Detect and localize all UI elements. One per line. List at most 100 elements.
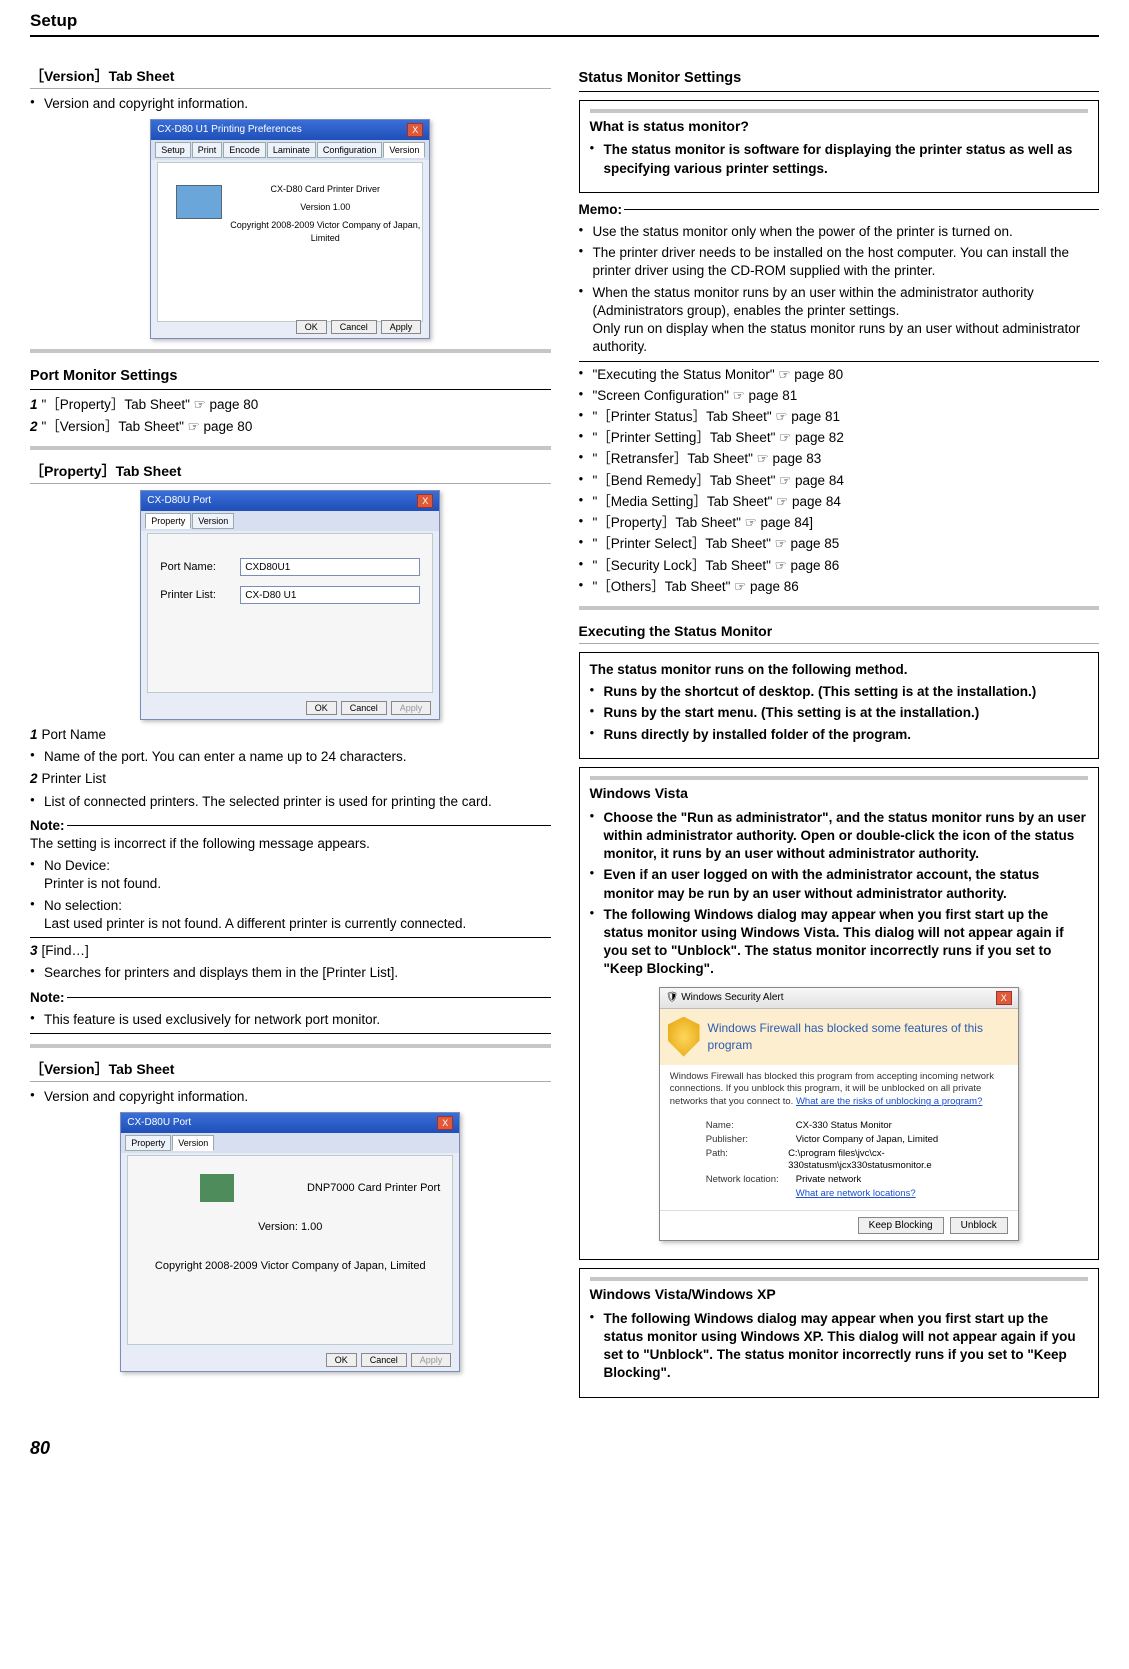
prefs-window-title: CX-D80 U1 Printing Preferences [157, 123, 302, 137]
keep-blocking-button[interactable]: Keep Blocking [858, 1217, 944, 1234]
note-b1: No Device:Printer is not found. [30, 857, 551, 893]
exec-b1: Runs by the shortcut of desktop. (This s… [590, 683, 1089, 701]
what-is-title: What is status monitor? [590, 117, 1089, 136]
vista-b1: Choose the "Run as administrator", and t… [590, 809, 1089, 864]
vista-b2: Even if an user logged on with the admin… [590, 866, 1089, 902]
port-property-screenshot: CX-D80U Port X Property Version Port Nam… [140, 490, 440, 720]
page-number: 80 [30, 1436, 1099, 1460]
tab-encode[interactable]: Encode [223, 142, 266, 158]
tab-laminate[interactable]: Laminate [267, 142, 316, 158]
printer-list-input[interactable]: CX-D80 U1 [240, 586, 420, 604]
vistaxp-b1: The following Windows dialog may appear … [590, 1310, 1089, 1383]
pm-item1-text: "［Property］Tab Sheet" ☞ page 80 [42, 397, 259, 412]
k-name: Name: [706, 1120, 796, 1133]
note-b2: No selection:Last used printer is not fo… [30, 897, 551, 933]
alert-hero: Windows Firewall has blocked some featur… [708, 1020, 1010, 1052]
port-name-label: Port Name: [160, 560, 240, 575]
ok-button[interactable]: OK [296, 320, 327, 334]
version-tab-title: ［Version］Tab Sheet [30, 67, 551, 89]
prop-i2-b: List of connected printers. The selected… [30, 793, 551, 811]
prop-i1-n: 1 [30, 727, 38, 742]
link-retransfer: "［Retransfer］Tab Sheet" ☞ page 83 [579, 450, 1100, 468]
prop-i1-t: Port Name [42, 727, 107, 742]
vista-title: Windows Vista [590, 784, 1089, 803]
tab-setup[interactable]: Setup [155, 142, 191, 158]
prefs-line2: Version 1.00 [228, 201, 422, 213]
cancel-button[interactable]: Cancel [341, 701, 387, 715]
tab-print[interactable]: Print [192, 142, 223, 158]
prop-i3-t: [Find…] [42, 943, 89, 958]
what-is-callout: What is status monitor? The status monit… [579, 100, 1100, 193]
tab-version[interactable]: Version [172, 1135, 214, 1151]
prefs-line1: CX-D80 Card Printer Driver [228, 183, 422, 195]
ok-button[interactable]: OK [306, 701, 337, 715]
link-bend-remedy: "［Bend Remedy］Tab Sheet" ☞ page 84 [579, 472, 1100, 490]
tab-configuration[interactable]: Configuration [317, 142, 383, 158]
exec-lead: The status monitor runs on the following… [590, 661, 1089, 679]
prop-i2-n: 2 [30, 771, 38, 786]
printer-list-label: Printer List: [160, 588, 240, 603]
security-alert-screenshot: 🛡 Windows Security Alert X Windows Firew… [659, 987, 1019, 1241]
port-window-title: CX-D80U Port [147, 494, 211, 508]
pm-item2-text: "［Version］Tab Sheet" ☞ page 80 [42, 419, 253, 434]
link-printer-select: "［Printer Select］Tab Sheet" ☞ page 85 [579, 535, 1100, 553]
property-tab-title: ［Property］Tab Sheet [30, 462, 551, 484]
link-security-lock: "［Security Lock］Tab Sheet" ☞ page 86 [579, 557, 1100, 575]
right-column: Status Monitor Settings What is status m… [579, 55, 1100, 1406]
apply-button[interactable]: Apply [411, 1353, 452, 1367]
tab-version[interactable]: Version [192, 513, 234, 529]
port-icon [200, 1174, 234, 1202]
vistaxp-callout: Windows Vista/Windows XP The following W… [579, 1268, 1100, 1398]
exec-b3: Runs directly by installed folder of the… [590, 726, 1089, 744]
printing-prefs-screenshot: CX-D80 U1 Printing Preferences X Setup P… [150, 119, 430, 339]
v-path: C:\program files\jvc\cx-330statusm\jcx33… [788, 1148, 1008, 1174]
close-icon[interactable]: X [417, 494, 433, 508]
unblock-button[interactable]: Unblock [950, 1217, 1008, 1234]
port-monitor-title: Port Monitor Settings [30, 367, 551, 390]
tab-property[interactable]: Property [125, 1135, 171, 1151]
note-text: The setting is incorrect if the followin… [30, 835, 551, 853]
v-pub: Victor Company of Japan, Limited [796, 1134, 938, 1147]
link-property: "［Property］Tab Sheet" ☞ page 84] [579, 514, 1100, 532]
apply-button[interactable]: Apply [391, 701, 432, 715]
alert-risk-link[interactable]: What are the risks of unblocking a progr… [796, 1096, 982, 1107]
k-path: Path: [706, 1148, 788, 1174]
version-tab-bullet: Version and copyright information. [30, 95, 551, 113]
note2-b: This feature is used exclusively for net… [30, 1011, 551, 1029]
status-settings-title: Status Monitor Settings [579, 69, 1100, 92]
memo-heading: Memo: [579, 201, 623, 219]
vista-b3: The following Windows dialog may appear … [590, 906, 1089, 979]
cancel-button[interactable]: Cancel [331, 320, 377, 334]
portver-line2: Version: 1.00 [140, 1220, 440, 1235]
exec-callout: The status monitor runs on the following… [579, 652, 1100, 759]
portver-line1: DNP7000 Card Printer Port [307, 1181, 440, 1196]
apply-button[interactable]: Apply [381, 320, 422, 334]
close-icon[interactable]: X [996, 991, 1012, 1005]
exec-title: Executing the Status Monitor [579, 622, 1100, 644]
tab-version[interactable]: Version [383, 142, 425, 158]
v-net: Private network [796, 1174, 861, 1187]
note-heading: Note: [30, 817, 65, 835]
printer-icon [176, 185, 222, 219]
port-name-input[interactable]: CXD80U1 [240, 558, 420, 576]
exec-b2: Runs by the start menu. (This setting is… [590, 704, 1089, 722]
close-icon[interactable]: X [407, 123, 423, 137]
prefs-line3: Copyright 2008-2009 Victor Company of Ja… [228, 219, 422, 243]
pm-item2-num: 2 [30, 419, 38, 434]
prop-i2-t: Printer List [42, 771, 107, 786]
close-icon[interactable]: X [437, 1116, 453, 1130]
alert-window-title: 🛡 Windows Security Alert [666, 991, 784, 1005]
cancel-button[interactable]: Cancel [361, 1353, 407, 1367]
what-is-bullet: The status monitor is software for displ… [590, 141, 1089, 177]
pm-item1-num: 1 [30, 397, 38, 412]
vista-callout: Windows Vista Choose the "Run as adminis… [579, 767, 1100, 1260]
version-tab2-title: ［Version］Tab Sheet [30, 1060, 551, 1082]
net-loc-link[interactable]: What are network locations? [796, 1188, 916, 1201]
link-media-setting: "［Media Setting］Tab Sheet" ☞ page 84 [579, 493, 1100, 511]
left-column: ［Version］Tab Sheet Version and copyright… [30, 55, 551, 1406]
memo-b3: When the status monitor runs by an user … [579, 284, 1100, 357]
version-tab2-bullet: Version and copyright information. [30, 1088, 551, 1106]
tab-property[interactable]: Property [145, 513, 191, 529]
page-header: Setup [30, 10, 1099, 37]
ok-button[interactable]: OK [326, 1353, 357, 1367]
